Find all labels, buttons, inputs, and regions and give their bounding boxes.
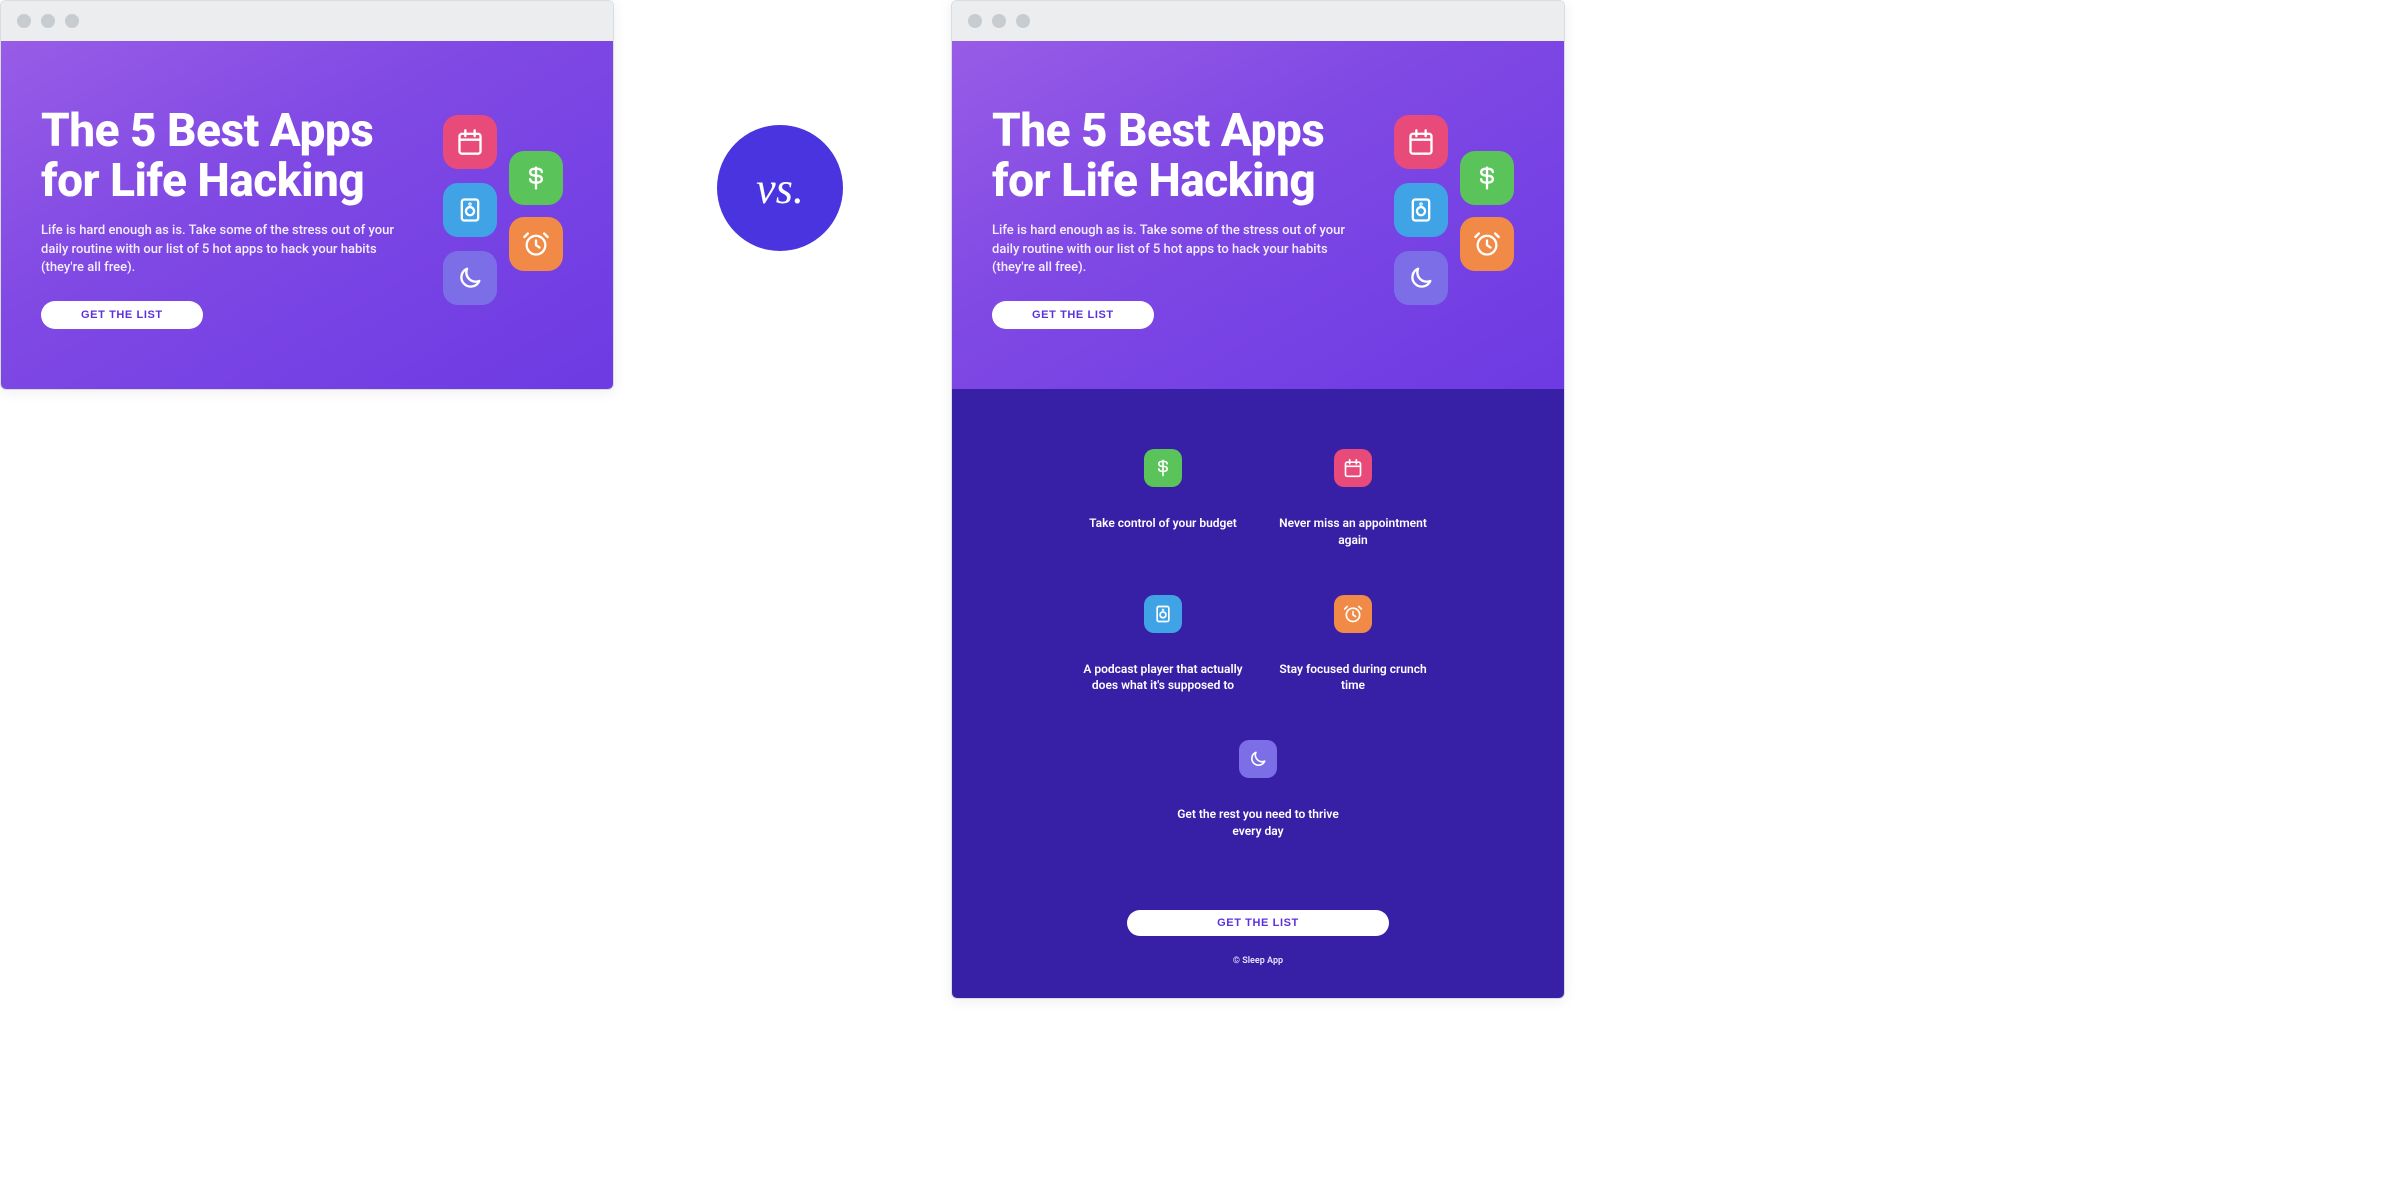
calendar-icon [1334,449,1372,487]
traffic-light-icon [41,14,55,28]
clock-icon [1460,217,1514,271]
traffic-light-icon [65,14,79,28]
hero-icon-cluster [1394,115,1524,315]
hero-title: The 5 Best Apps for Life Hacking [992,107,1374,206]
traffic-light-icon [968,14,982,28]
dollar-icon [509,151,563,205]
hero-icon-cluster [443,115,573,315]
moon-icon [1239,740,1277,778]
hero-title: The 5 Best Apps for Life Hacking [41,107,423,206]
window-chrome [952,1,1564,41]
calendar-icon [1394,115,1448,169]
copyright: © Sleep App [992,956,1524,966]
traffic-light-icon [1016,14,1030,28]
feature-item: A podcast player that actually does what… [1078,595,1248,695]
vs-label: vs. [756,163,804,214]
vs-badge: vs. [717,125,843,251]
get-list-button[interactable]: GET THE LIST [992,301,1154,329]
feature-item: Take control of your budget [1078,449,1248,549]
clock-icon [509,217,563,271]
feature-item: Get the rest you need to thrive every da… [1173,740,1343,840]
hero-panel: The 5 Best Apps for Life Hacking Life is… [952,41,1564,389]
speaker-icon [1144,595,1182,633]
speaker-icon [1394,183,1448,237]
moon-icon [443,251,497,305]
feature-label: Stay focused during crunch time [1268,661,1438,695]
hero-subtitle: Life is hard enough as is. Take some of … [41,222,401,277]
window-variant-a: The 5 Best Apps for Life Hacking Life is… [0,0,614,390]
speaker-icon [443,183,497,237]
traffic-light-icon [992,14,1006,28]
feature-item: Never miss an appointment again [1268,449,1438,549]
feature-item: Stay focused during crunch time [1268,595,1438,695]
feature-label: Take control of your budget [1078,515,1248,532]
feature-label: Get the rest you need to thrive every da… [1173,806,1343,840]
get-list-button[interactable]: GET THE LIST [41,301,203,329]
traffic-light-icon [17,14,31,28]
moon-icon [1394,251,1448,305]
hero-subtitle: Life is hard enough as is. Take some of … [992,222,1352,277]
dollar-icon [1144,449,1182,487]
calendar-icon [443,115,497,169]
feature-label: Never miss an appointment again [1268,515,1438,549]
window-chrome [1,1,613,41]
window-variant-b: The 5 Best Apps for Life Hacking Life is… [951,0,1565,999]
hero-panel: The 5 Best Apps for Life Hacking Life is… [1,41,613,389]
features-panel: Take control of your budget Never miss an… [952,389,1564,998]
dollar-icon [1460,151,1514,205]
get-list-button[interactable]: GET THE LIST [1127,910,1389,936]
clock-icon [1334,595,1372,633]
feature-label: A podcast player that actually does what… [1078,661,1248,695]
